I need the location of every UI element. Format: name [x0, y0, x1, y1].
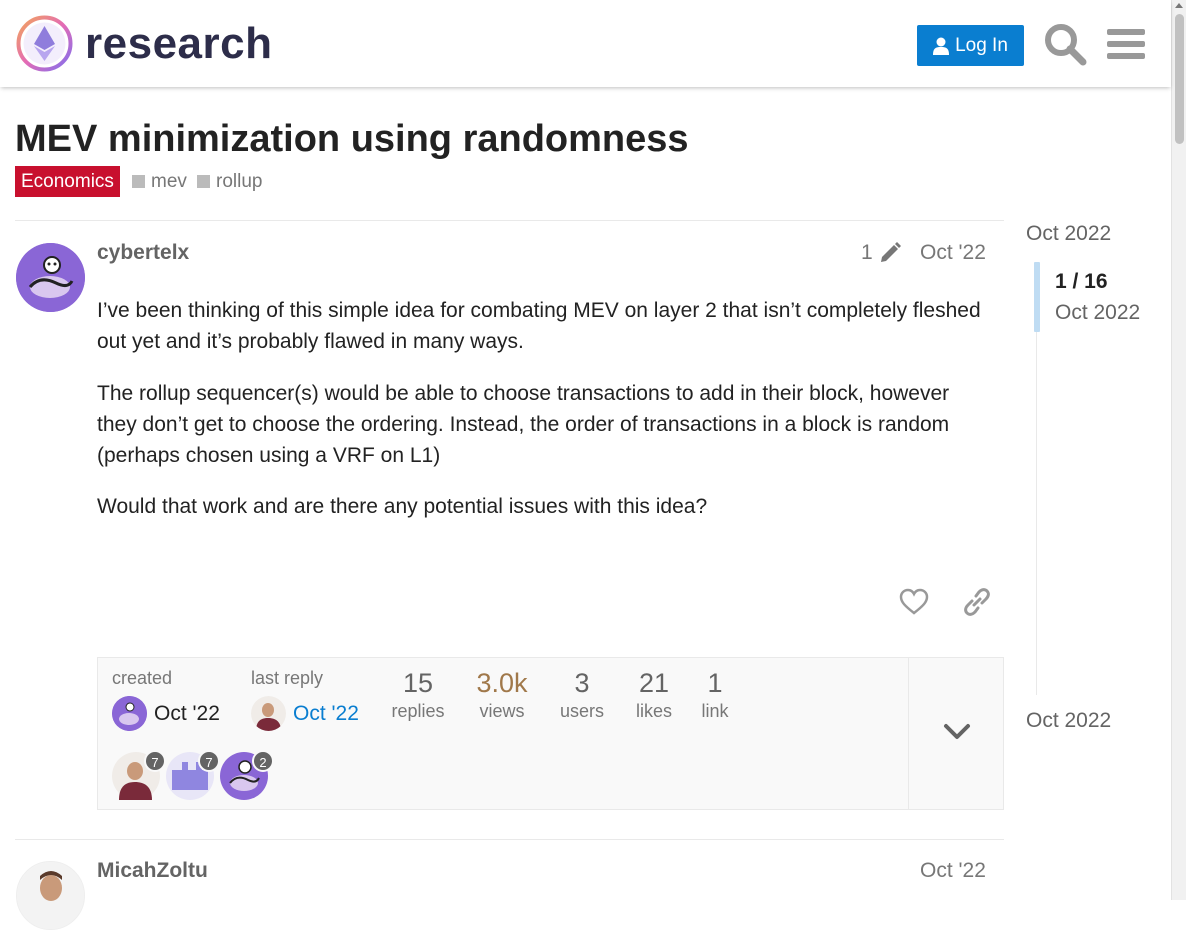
post-date[interactable]: Oct '22: [920, 859, 986, 883]
stat-label: likes: [635, 701, 672, 721]
edit-history[interactable]: 1: [861, 241, 901, 265]
post-divider: [15, 220, 1004, 221]
avatar-micahzoltu[interactable]: [16, 861, 85, 930]
post-paragraph: I’ve been thinking of this simple idea f…: [97, 299, 981, 353]
last-reply-date[interactable]: Oct '22: [293, 702, 359, 726]
hamburger-menu-icon[interactable]: [1104, 22, 1148, 66]
participant-avatar[interactable]: 2: [220, 750, 274, 800]
stat-number: 3: [574, 668, 590, 698]
stat-views: 3.0k views: [472, 668, 532, 722]
tag-label: mev: [151, 170, 187, 192]
topic-title[interactable]: MEV minimization using randomness: [15, 118, 689, 161]
post-paragraph: Would that work and are there any potent…: [97, 495, 708, 518]
tag-mev[interactable]: mev: [132, 166, 187, 197]
site-header: research Log In: [0, 0, 1171, 87]
logo-text: research: [85, 18, 273, 68]
participant-post-count: 2: [252, 750, 274, 772]
like-heart-icon[interactable]: [899, 587, 929, 617]
timeline-position-date: Oct 2022: [1055, 301, 1141, 324]
timeline-start-date[interactable]: Oct 2022: [1026, 222, 1111, 246]
stat-label: users: [559, 701, 604, 721]
scroll-thumb[interactable]: [1175, 14, 1184, 144]
user-photo-icon: [251, 696, 286, 731]
stat-number: 3.0k: [476, 668, 528, 698]
cat-avatar-icon: [112, 696, 147, 731]
last-reply-label: last reply: [251, 668, 324, 688]
scroll-up-arrow[interactable]: [1175, 3, 1183, 8]
participant-avatar[interactable]: 7: [166, 750, 220, 800]
stat-likes: 21 likes: [632, 668, 676, 722]
stat-number: 1: [707, 668, 723, 698]
user-icon: [933, 37, 950, 55]
user-photo-icon: [17, 862, 84, 929]
login-label: Log In: [955, 34, 1008, 56]
login-button[interactable]: Log In: [917, 25, 1024, 66]
last-reply-avatar[interactable]: [251, 696, 286, 731]
stat-links: 1 link: [698, 668, 732, 722]
category-badge[interactable]: Economics: [15, 166, 120, 197]
stat-number: 15: [402, 668, 434, 698]
page-scrollbar[interactable]: [1171, 0, 1186, 900]
stat-users: 3 users: [556, 668, 608, 722]
tag-label: rollup: [216, 170, 263, 192]
tag-square-icon: [197, 175, 210, 188]
stat-number: 21: [638, 668, 670, 698]
post-date[interactable]: Oct '22: [920, 241, 986, 265]
stat-label: link: [701, 701, 729, 721]
stat-label: views: [479, 701, 525, 721]
participant-post-count: 7: [144, 750, 166, 772]
participant-post-count: 7: [198, 750, 220, 772]
site-logo[interactable]: research: [16, 15, 272, 72]
expand-topic-map-button[interactable]: [908, 658, 1004, 809]
cat-avatar-icon: [16, 243, 85, 312]
post-username[interactable]: MicahZoltu: [97, 859, 208, 883]
tag-square-icon: [132, 175, 145, 188]
stat-replies: 15 replies: [390, 668, 446, 722]
post-username[interactable]: cybertelx: [97, 241, 189, 265]
pencil-icon: [880, 242, 901, 262]
avatar-cybertelx[interactable]: [16, 243, 85, 312]
created-avatar[interactable]: [112, 696, 147, 731]
tag-rollup[interactable]: rollup: [197, 166, 262, 197]
participant-avatar[interactable]: 7: [112, 750, 166, 800]
edit-count: 1: [861, 241, 873, 264]
share-link-icon[interactable]: [962, 587, 992, 617]
search-icon[interactable]: [1043, 22, 1087, 66]
post-paragraph: The rollup sequencer(s) would be able to…: [97, 382, 950, 467]
chevron-down-icon: [944, 724, 970, 739]
ethereum-logo-icon: [16, 15, 73, 72]
stat-label: replies: [391, 701, 445, 721]
timeline-end-date[interactable]: Oct 2022: [1026, 709, 1111, 733]
post-divider: [15, 839, 1004, 840]
created-label: created: [112, 668, 173, 688]
created-date[interactable]: Oct '22: [154, 702, 220, 726]
timeline-handle[interactable]: [1034, 262, 1040, 332]
timeline-position: 1 / 16: [1055, 270, 1108, 293]
